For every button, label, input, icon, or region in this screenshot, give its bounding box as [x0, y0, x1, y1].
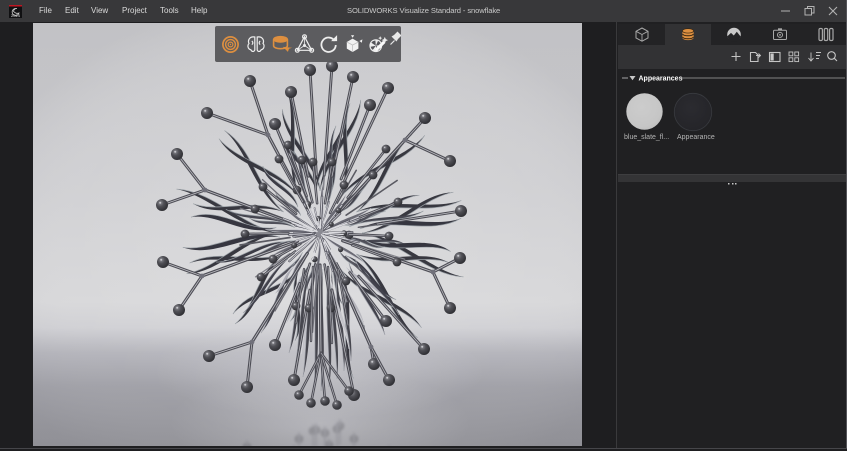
svg-text:2024: 2024	[11, 13, 21, 18]
svg-text:Appearances: Appearances	[639, 76, 683, 83]
